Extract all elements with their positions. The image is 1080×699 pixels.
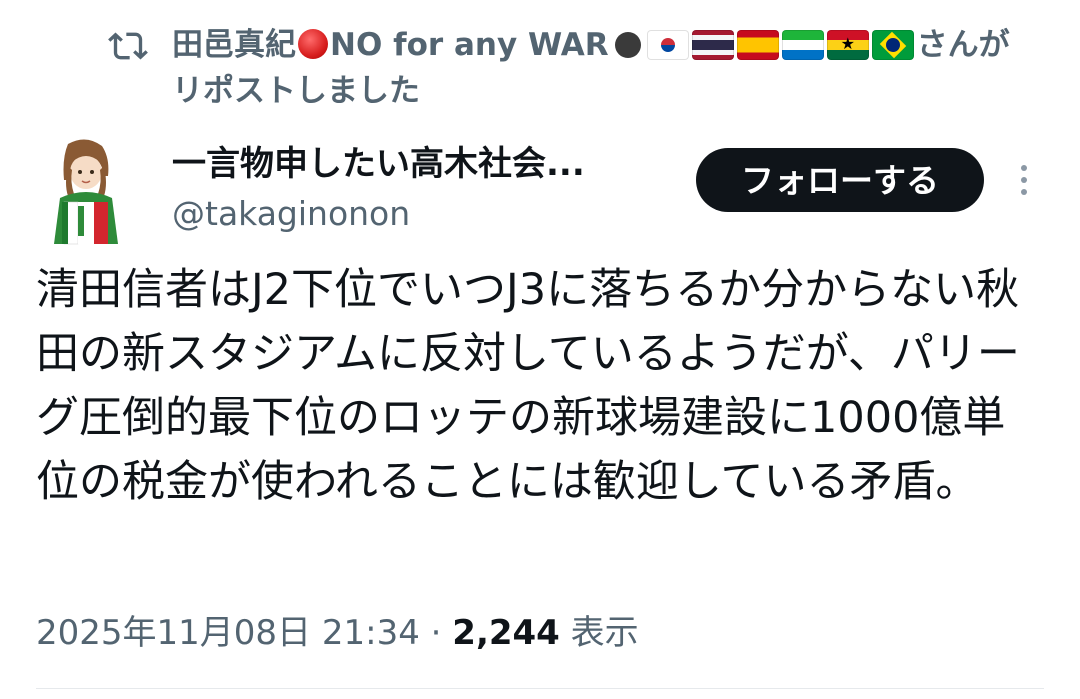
tweet-text: 清田信者はJ2下位でいつJ3に落ちるか分からない秋田の新スタジアムに反対している… [36,265,1020,507]
author-display-name[interactable]: 一言物申したい高木社会... [172,140,672,188]
author-avatar[interactable] [38,136,134,246]
reposter-suffix: NO for any WAR [330,27,609,63]
views-label: 表示 [570,613,639,653]
meta-separator: · [430,613,442,653]
repost-header[interactable]: 田邑真紀 NO for any WAR さんがリポストしました [108,22,1068,114]
author-handle[interactable]: @takaginonon [172,190,672,238]
repost-icon [108,32,148,60]
black-circle-emoji [614,32,641,58]
repost-label[interactable]: 田邑真紀 NO for any WAR さんがリポストしました [172,22,1068,114]
author-info[interactable]: 一言物申したい高木社会... @takaginonon [172,140,672,238]
brazil-flag-icon [871,30,914,60]
views-count: 2,244 [452,613,560,653]
follow-button[interactable]: フォローする [696,148,984,212]
repost-trailing-text: さんが [916,27,1010,63]
tweet-meta: 2025年11月08日 21:34 · 2,244 表示 [36,606,639,660]
thailand-flag-icon [691,30,734,60]
south-korea-flag-icon [646,30,689,60]
more-options-icon[interactable] [1012,160,1036,200]
divider [36,688,1044,689]
sierra-leone-flag-icon [781,30,824,60]
tweet-timestamp[interactable]: 2025年11月08日 21:34 [36,613,420,653]
spain-flag-icon [736,30,779,60]
red-circle-emoji [298,29,328,59]
repost-action-text: リポストしました [172,73,420,109]
reposter-name: 田邑真紀 [172,27,296,63]
ghana-flag-icon [826,30,869,60]
